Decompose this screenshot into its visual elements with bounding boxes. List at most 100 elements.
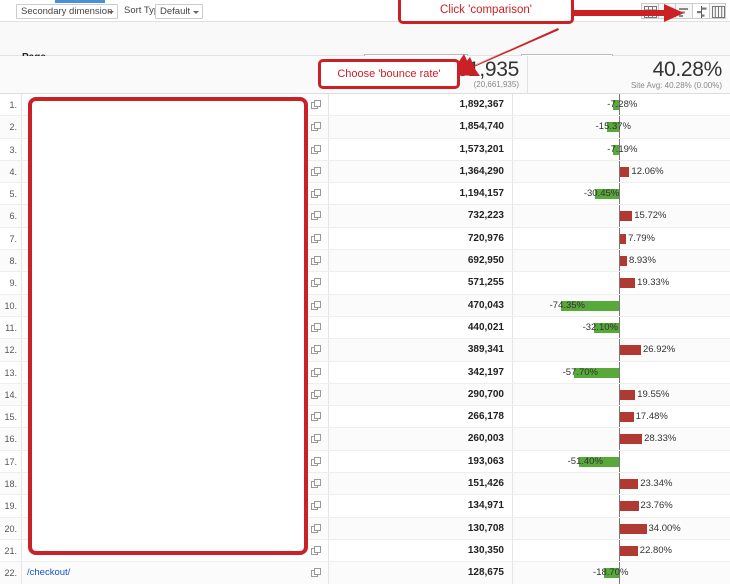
pageviews-value: 732,223: [329, 205, 513, 226]
pageviews-value: 290,700: [329, 384, 513, 405]
bounce-rate-total: 40.28%: [653, 58, 722, 82]
positive-delta-bar: [620, 211, 632, 221]
comparison-bar-cell: 15.72%: [514, 205, 730, 226]
positive-delta-bar: [620, 434, 642, 444]
comparison-bar-cell: 34.00%: [514, 518, 730, 539]
row-index: 8.: [0, 250, 22, 271]
page-path-link[interactable]: /checkout/: [22, 562, 307, 583]
row-index: 13.: [0, 362, 22, 383]
pivot-view-icon[interactable]: [709, 3, 726, 19]
delta-label: -7.28%: [607, 94, 637, 116]
pageviews-value: 440,021: [329, 317, 513, 338]
comparison-bar-cell: -18.70%: [514, 562, 730, 583]
row-index: 5.: [0, 183, 22, 204]
open-in-new-window-icon[interactable]: [307, 406, 329, 427]
positive-delta-bar: [620, 234, 626, 244]
open-in-new-window-icon[interactable]: [307, 451, 329, 472]
annotation-choose-bounce-rate: Choose 'bounce rate': [318, 59, 460, 89]
open-in-new-window-icon[interactable]: [307, 473, 329, 494]
pageviews-value: 266,178: [329, 406, 513, 427]
open-in-new-window-icon[interactable]: [307, 540, 329, 561]
positive-delta-bar: [620, 167, 629, 177]
open-in-new-window-icon[interactable]: [307, 250, 329, 271]
comparison-bar-cell: 12.06%: [514, 161, 730, 182]
comparison-bar-cell: -30.45%: [514, 183, 730, 204]
comparison-bar-cell: -7.19%: [514, 139, 730, 160]
metric-selector-bar: Page Pageviews ↓ Bounce Rate (compared t…: [0, 22, 730, 56]
comparison-bar-cell: -51.40%: [514, 451, 730, 472]
sort-type-dropdown[interactable]: Default: [155, 4, 203, 19]
row-index: 12.: [0, 339, 22, 360]
open-in-new-window-icon[interactable]: [307, 205, 329, 226]
pageviews-value: 692,950: [329, 250, 513, 271]
pageviews-value: 128,675: [329, 562, 513, 583]
open-in-new-window-icon[interactable]: [307, 317, 329, 338]
pageviews-value: 571,255: [329, 272, 513, 293]
comparison-bar-cell: -57.70%: [514, 362, 730, 383]
pageviews-value: 342,197: [329, 362, 513, 383]
delta-label: 22.80%: [640, 540, 672, 562]
row-index: 21.: [0, 540, 22, 561]
positive-delta-bar: [620, 345, 641, 355]
comparison-bar-cell: 22.80%: [514, 540, 730, 561]
bounce-rate-subtotal: Site Avg: 40.28% (0.00%): [631, 81, 722, 90]
open-in-new-window-icon[interactable]: [307, 139, 329, 160]
row-index: 18.: [0, 473, 22, 494]
open-in-new-window-icon[interactable]: [307, 228, 329, 249]
open-in-new-window-icon[interactable]: [307, 295, 329, 316]
row-index: 19.: [0, 495, 22, 516]
open-in-new-window-icon[interactable]: [307, 362, 329, 383]
positive-delta-bar: [620, 524, 647, 534]
open-in-new-window-icon[interactable]: [307, 272, 329, 293]
delta-label: -57.70%: [563, 362, 598, 384]
secondary-dimension-label: Secondary dimension: [21, 6, 112, 17]
chevron-down-icon: [193, 11, 199, 14]
delta-label: 23.76%: [641, 495, 673, 517]
pageviews-value: 130,708: [329, 518, 513, 539]
zero-axis: [619, 362, 620, 383]
row-index: 3.: [0, 139, 22, 160]
comparison-view-icon[interactable]: [692, 3, 709, 19]
row-index: 11.: [0, 317, 22, 338]
delta-label: -18.70%: [593, 562, 628, 584]
row-index: 16.: [0, 428, 22, 449]
row-index: 6.: [0, 205, 22, 226]
comparison-bar-cell: 23.34%: [514, 473, 730, 494]
delta-label: 12.06%: [631, 161, 663, 183]
open-in-new-window-icon[interactable]: [307, 428, 329, 449]
open-in-new-window-icon[interactable]: [307, 161, 329, 182]
row-index: 20.: [0, 518, 22, 539]
delta-label: -15.37%: [596, 116, 631, 138]
delta-label: 19.55%: [637, 384, 669, 406]
open-in-new-window-icon[interactable]: [307, 339, 329, 360]
pageviews-value: 1,194,157: [329, 183, 513, 204]
open-in-new-window-icon[interactable]: [307, 183, 329, 204]
row-index: 17.: [0, 451, 22, 472]
chevron-down-icon: [108, 11, 114, 14]
comparison-bar-cell: 28.33%: [514, 428, 730, 449]
delta-label: 15.72%: [634, 205, 666, 227]
delta-label: -30.45%: [584, 183, 619, 205]
open-in-new-window-icon[interactable]: [307, 518, 329, 539]
delta-label: -74.35%: [550, 295, 585, 317]
row-index: 4.: [0, 161, 22, 182]
open-in-new-window-icon[interactable]: [307, 384, 329, 405]
open-in-new-window-icon[interactable]: [307, 562, 329, 583]
comparison-bar-cell: 7.79%: [514, 228, 730, 249]
delta-label: 17.48%: [636, 406, 668, 428]
secondary-dimension-dropdown[interactable]: Secondary dimension: [16, 4, 118, 19]
open-in-new-window-icon[interactable]: [307, 116, 329, 137]
comparison-bar-cell: 26.92%: [514, 339, 730, 360]
delta-label: -7.19%: [607, 139, 637, 161]
delta-label: 7.79%: [628, 228, 655, 250]
open-in-new-window-icon[interactable]: [307, 495, 329, 516]
zero-axis: [619, 317, 620, 338]
open-in-new-window-icon[interactable]: [307, 94, 329, 115]
delta-label: 8.93%: [629, 250, 656, 272]
row-index: 1.: [0, 94, 22, 115]
pageviews-value: 720,976: [329, 228, 513, 249]
analytics-report-page: Secondary dimension Sort Type: Default: [0, 0, 730, 584]
table-row[interactable]: 22./checkout/128,675-18.70%: [0, 562, 730, 584]
positive-delta-bar: [620, 412, 634, 422]
active-tab-indicator: [55, 0, 105, 3]
